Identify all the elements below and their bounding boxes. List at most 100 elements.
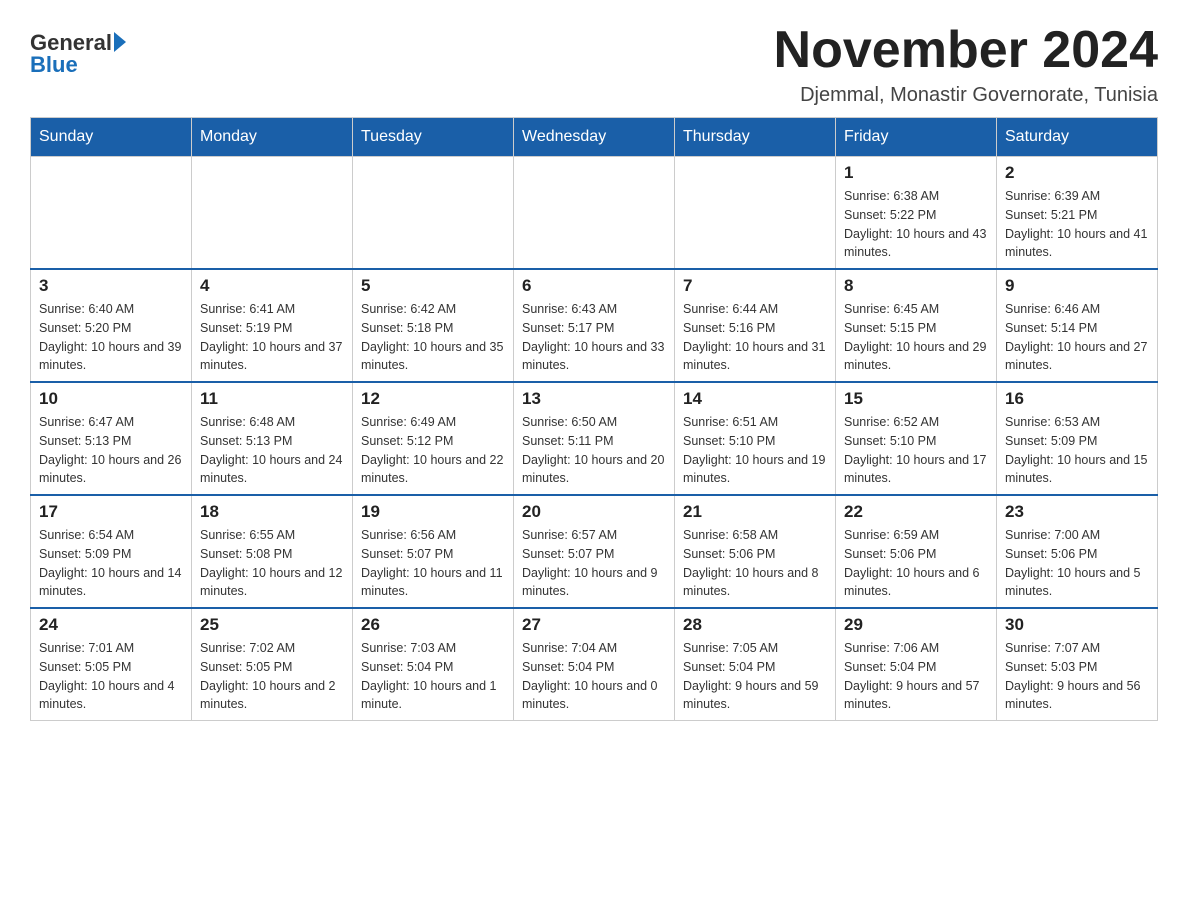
day-info: Sunrise: 6:56 AM Sunset: 5:07 PM Dayligh… <box>361 526 505 601</box>
day-info: Sunrise: 6:53 AM Sunset: 5:09 PM Dayligh… <box>1005 413 1149 488</box>
col-sunday: Sunday <box>31 118 192 157</box>
day-number: 1 <box>844 163 988 183</box>
day-info: Sunrise: 6:38 AM Sunset: 5:22 PM Dayligh… <box>844 187 988 262</box>
day-number: 15 <box>844 389 988 409</box>
day-info: Sunrise: 6:47 AM Sunset: 5:13 PM Dayligh… <box>39 413 183 488</box>
col-saturday: Saturday <box>997 118 1158 157</box>
day-number: 9 <box>1005 276 1149 296</box>
table-row: 4 Sunrise: 6:41 AM Sunset: 5:19 PM Daylig… <box>192 269 353 382</box>
day-number: 8 <box>844 276 988 296</box>
table-row: 26 Sunrise: 7:03 AM Sunset: 5:04 PM Dayli… <box>353 608 514 721</box>
day-info: Sunrise: 7:05 AM Sunset: 5:04 PM Dayligh… <box>683 639 827 714</box>
day-number: 19 <box>361 502 505 522</box>
col-thursday: Thursday <box>675 118 836 157</box>
table-row: 24 Sunrise: 7:01 AM Sunset: 5:05 PM Dayli… <box>31 608 192 721</box>
day-info: Sunrise: 6:46 AM Sunset: 5:14 PM Dayligh… <box>1005 300 1149 375</box>
table-row: 2 Sunrise: 6:39 AM Sunset: 5:21 PM Daylig… <box>997 157 1158 270</box>
col-wednesday: Wednesday <box>514 118 675 157</box>
table-row: 11 Sunrise: 6:48 AM Sunset: 5:13 PM Dayli… <box>192 382 353 495</box>
table-row: 10Sunrise: 6:47 AM Sunset: 5:13 PM Dayli… <box>31 382 192 495</box>
day-number: 26 <box>361 615 505 635</box>
col-friday: Friday <box>836 118 997 157</box>
table-row: 12 Sunrise: 6:49 AM Sunset: 5:12 PM Dayli… <box>353 382 514 495</box>
day-number: 25 <box>200 615 344 635</box>
day-info: Sunrise: 6:40 AM Sunset: 5:20 PM Dayligh… <box>39 300 183 375</box>
table-row <box>192 157 353 270</box>
table-row: 27 Sunrise: 7:04 AM Sunset: 5:04 PM Dayli… <box>514 608 675 721</box>
day-number: 2 <box>1005 163 1149 183</box>
table-row: 21Sunrise: 6:58 AM Sunset: 5:06 PM Dayli… <box>675 495 836 608</box>
day-number: 22 <box>844 502 988 522</box>
day-number: 27 <box>522 615 666 635</box>
calendar-week-row: 24 Sunrise: 7:01 AM Sunset: 5:05 PM Dayli… <box>31 608 1158 721</box>
calendar-week-row: 10Sunrise: 6:47 AM Sunset: 5:13 PM Dayli… <box>31 382 1158 495</box>
day-number: 14 <box>683 389 827 409</box>
day-info: Sunrise: 6:42 AM Sunset: 5:18 PM Dayligh… <box>361 300 505 375</box>
title-area: November 2024 Djemmal, Monastir Governor… <box>774 20 1158 107</box>
table-row: 3 Sunrise: 6:40 AM Sunset: 5:20 PM Daylig… <box>31 269 192 382</box>
day-number: 29 <box>844 615 988 635</box>
table-row: 6Sunrise: 6:43 AM Sunset: 5:17 PM Daylig… <box>514 269 675 382</box>
location-subtitle: Djemmal, Monastir Governorate, Tunisia <box>774 84 1158 107</box>
col-monday: Monday <box>192 118 353 157</box>
day-number: 11 <box>200 389 344 409</box>
day-info: Sunrise: 6:59 AM Sunset: 5:06 PM Dayligh… <box>844 526 988 601</box>
day-info: Sunrise: 6:50 AM Sunset: 5:11 PM Dayligh… <box>522 413 666 488</box>
table-row <box>514 157 675 270</box>
logo-blue-text: Blue <box>30 52 126 78</box>
day-number: 30 <box>1005 615 1149 635</box>
table-row: 7 Sunrise: 6:44 AM Sunset: 5:16 PM Daylig… <box>675 269 836 382</box>
table-row: 20Sunrise: 6:57 AM Sunset: 5:07 PM Dayli… <box>514 495 675 608</box>
day-info: Sunrise: 7:06 AM Sunset: 5:04 PM Dayligh… <box>844 639 988 714</box>
calendar-week-row: 3 Sunrise: 6:40 AM Sunset: 5:20 PM Daylig… <box>31 269 1158 382</box>
day-info: Sunrise: 7:00 AM Sunset: 5:06 PM Dayligh… <box>1005 526 1149 601</box>
calendar-week-row: 17Sunrise: 6:54 AM Sunset: 5:09 PM Dayli… <box>31 495 1158 608</box>
day-info: Sunrise: 7:07 AM Sunset: 5:03 PM Dayligh… <box>1005 639 1149 714</box>
day-info: Sunrise: 6:43 AM Sunset: 5:17 PM Dayligh… <box>522 300 666 375</box>
table-row <box>675 157 836 270</box>
day-info: Sunrise: 6:51 AM Sunset: 5:10 PM Dayligh… <box>683 413 827 488</box>
table-row: 28 Sunrise: 7:05 AM Sunset: 5:04 PM Dayli… <box>675 608 836 721</box>
day-number: 12 <box>361 389 505 409</box>
day-number: 7 <box>683 276 827 296</box>
day-info: Sunrise: 6:39 AM Sunset: 5:21 PM Dayligh… <box>1005 187 1149 262</box>
calendar-header-row: Sunday Monday Tuesday Wednesday Thursday… <box>31 118 1158 157</box>
page-header: General Blue November 2024 Djemmal, Mona… <box>30 20 1158 107</box>
day-info: Sunrise: 7:03 AM Sunset: 5:04 PM Dayligh… <box>361 639 505 714</box>
day-info: Sunrise: 7:02 AM Sunset: 5:05 PM Dayligh… <box>200 639 344 714</box>
day-info: Sunrise: 6:41 AM Sunset: 5:19 PM Dayligh… <box>200 300 344 375</box>
day-info: Sunrise: 7:04 AM Sunset: 5:04 PM Dayligh… <box>522 639 666 714</box>
table-row: 18Sunrise: 6:55 AM Sunset: 5:08 PM Dayli… <box>192 495 353 608</box>
day-info: Sunrise: 6:48 AM Sunset: 5:13 PM Dayligh… <box>200 413 344 488</box>
table-row: 22 Sunrise: 6:59 AM Sunset: 5:06 PM Dayli… <box>836 495 997 608</box>
table-row: 13 Sunrise: 6:50 AM Sunset: 5:11 PM Dayli… <box>514 382 675 495</box>
day-number: 16 <box>1005 389 1149 409</box>
calendar-table: Sunday Monday Tuesday Wednesday Thursday… <box>30 117 1158 721</box>
table-row: 9 Sunrise: 6:46 AM Sunset: 5:14 PM Daylig… <box>997 269 1158 382</box>
table-row: 15Sunrise: 6:52 AM Sunset: 5:10 PM Dayli… <box>836 382 997 495</box>
table-row: 30 Sunrise: 7:07 AM Sunset: 5:03 PM Dayli… <box>997 608 1158 721</box>
day-number: 13 <box>522 389 666 409</box>
day-number: 23 <box>1005 502 1149 522</box>
day-number: 20 <box>522 502 666 522</box>
day-info: Sunrise: 6:55 AM Sunset: 5:08 PM Dayligh… <box>200 526 344 601</box>
calendar-week-row: 1 Sunrise: 6:38 AM Sunset: 5:22 PM Daylig… <box>31 157 1158 270</box>
day-info: Sunrise: 7:01 AM Sunset: 5:05 PM Dayligh… <box>39 639 183 714</box>
day-info: Sunrise: 6:58 AM Sunset: 5:06 PM Dayligh… <box>683 526 827 601</box>
day-info: Sunrise: 6:45 AM Sunset: 5:15 PM Dayligh… <box>844 300 988 375</box>
day-info: Sunrise: 6:44 AM Sunset: 5:16 PM Dayligh… <box>683 300 827 375</box>
table-row: 1 Sunrise: 6:38 AM Sunset: 5:22 PM Daylig… <box>836 157 997 270</box>
table-row: 17Sunrise: 6:54 AM Sunset: 5:09 PM Dayli… <box>31 495 192 608</box>
day-number: 4 <box>200 276 344 296</box>
day-info: Sunrise: 6:49 AM Sunset: 5:12 PM Dayligh… <box>361 413 505 488</box>
table-row: 16 Sunrise: 6:53 AM Sunset: 5:09 PM Dayli… <box>997 382 1158 495</box>
table-row <box>353 157 514 270</box>
day-info: Sunrise: 6:54 AM Sunset: 5:09 PM Dayligh… <box>39 526 183 601</box>
table-row: 19 Sunrise: 6:56 AM Sunset: 5:07 PM Dayli… <box>353 495 514 608</box>
table-row: 8 Sunrise: 6:45 AM Sunset: 5:15 PM Daylig… <box>836 269 997 382</box>
day-number: 28 <box>683 615 827 635</box>
table-row: 29 Sunrise: 7:06 AM Sunset: 5:04 PM Dayli… <box>836 608 997 721</box>
col-tuesday: Tuesday <box>353 118 514 157</box>
day-number: 24 <box>39 615 183 635</box>
day-number: 3 <box>39 276 183 296</box>
